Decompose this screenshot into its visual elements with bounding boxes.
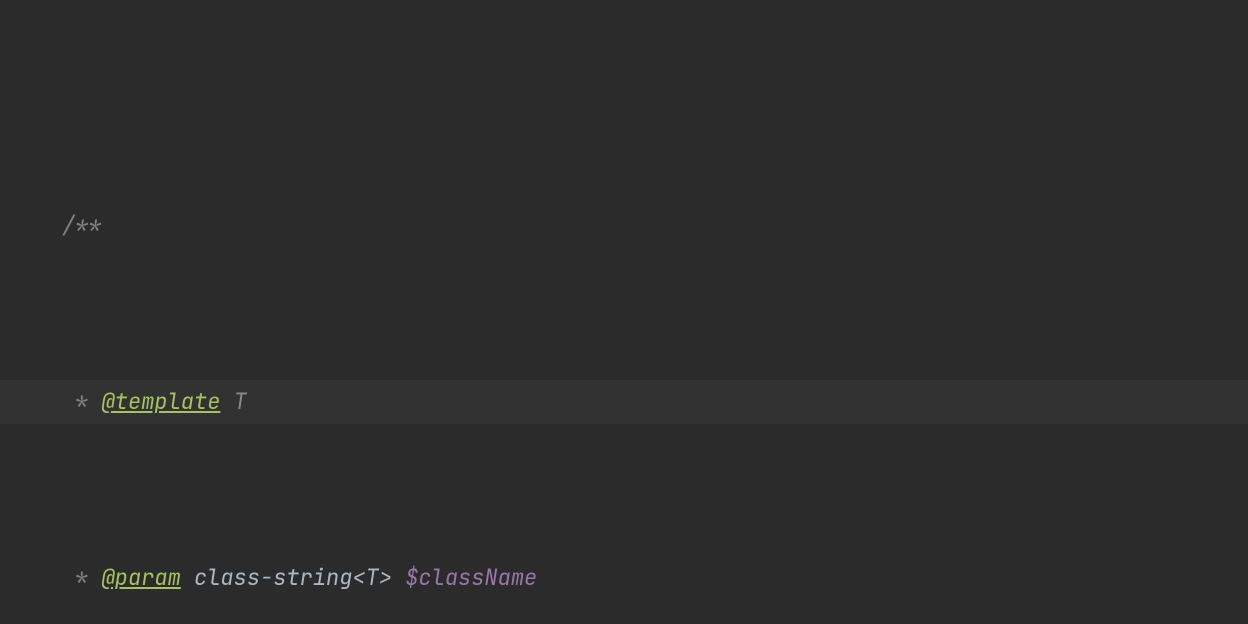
doc-open: /** xyxy=(62,211,102,240)
phpdoc-template-tag: @template xyxy=(102,387,221,416)
docblock-template: * @template T xyxy=(0,380,1248,424)
phpdoc-param-var: $className xyxy=(405,563,537,592)
phpdoc-param-tag: @param xyxy=(102,563,181,592)
code-editor[interactable]: /** * @template T * @param class-string<… xyxy=(0,0,1248,624)
docblock-param: * @param class-string<T> $className xyxy=(0,556,1248,600)
docblock-open: /** xyxy=(0,204,1248,248)
